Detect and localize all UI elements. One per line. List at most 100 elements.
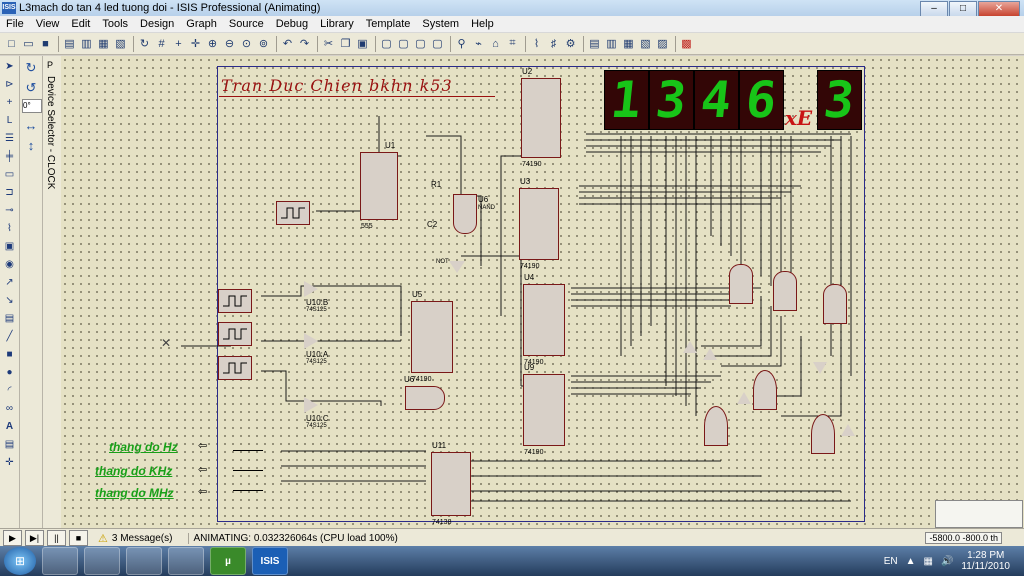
clock-generator-main[interactable]	[276, 201, 310, 225]
instrument-icon[interactable]: ▤	[2, 311, 17, 326]
rotation-angle-field[interactable]: 0°	[22, 99, 42, 113]
wire-autorouter-icon[interactable]: ⌇	[529, 36, 544, 51]
message-indicator[interactable]: ⚠ 3 Message(s)	[98, 532, 172, 545]
redo-icon[interactable]: ↷	[297, 36, 312, 51]
grid-icon[interactable]: #	[154, 36, 169, 51]
mirror-y-icon[interactable]: ↕	[23, 137, 39, 153]
overview-panel[interactable]	[935, 500, 1023, 528]
zoom-all-icon[interactable]: ⊙	[239, 36, 254, 51]
design-explorer-icon[interactable]: ▤	[587, 36, 602, 51]
packaging-icon[interactable]: ⌂	[488, 36, 503, 51]
rotate-cw-icon[interactable]: ↻	[23, 60, 39, 76]
pause-button[interactable]: ||	[47, 530, 66, 546]
close-button[interactable]: ✕	[978, 0, 1020, 17]
menu-edit[interactable]: Edit	[65, 18, 96, 30]
bus-icon[interactable]: ╪	[2, 149, 17, 164]
start-button[interactable]: ⊞	[4, 547, 36, 575]
gate-U6B-nand[interactable]: U6	[404, 375, 445, 410]
make-device-icon[interactable]: ⌁	[471, 36, 486, 51]
menu-tools[interactable]: Tools	[96, 18, 134, 30]
menu-file[interactable]: File	[0, 18, 30, 30]
zoom-in-icon[interactable]: ⊕	[205, 36, 220, 51]
remove-sheet-icon[interactable]: ▦	[621, 36, 636, 51]
play-button[interactable]: ▶	[3, 530, 22, 546]
inverter-not[interactable]	[449, 261, 465, 273]
language-indicator[interactable]: EN	[884, 556, 898, 567]
clock-generator-mhz[interactable]	[218, 356, 252, 380]
tray-up-icon[interactable]: ▲	[906, 556, 916, 567]
refresh-icon[interactable]: ↻	[137, 36, 152, 51]
clock-generator-hz[interactable]	[218, 289, 252, 313]
clock-generator-khz[interactable]	[218, 322, 252, 346]
origin-icon[interactable]: +	[171, 36, 186, 51]
netlist-icon[interactable]: ▩	[679, 36, 694, 51]
box-icon[interactable]: ■	[2, 347, 17, 362]
paste-icon[interactable]: ▣	[355, 36, 370, 51]
component-icon[interactable]: ⊳	[2, 77, 17, 92]
menu-system[interactable]: System	[416, 18, 465, 30]
chip-U4[interactable]: U4 74190	[523, 273, 565, 366]
exit-parent-icon[interactable]: ▧	[638, 36, 653, 51]
rotate-ccw-icon[interactable]: ↺	[23, 80, 39, 96]
save-icon[interactable]: ■	[38, 36, 53, 51]
gate-or-2[interactable]	[704, 406, 728, 446]
capacitor-C2[interactable]: C2	[427, 220, 437, 229]
property-icon[interactable]: ⚙	[563, 36, 578, 51]
block-copy-icon[interactable]: ▢	[379, 36, 394, 51]
buffer-U10A[interactable]	[304, 333, 318, 349]
gate-and-1[interactable]	[729, 264, 753, 304]
import-icon[interactable]: ▤	[62, 36, 77, 51]
menu-template[interactable]: Template	[360, 18, 417, 30]
taskbar-messenger[interactable]	[126, 547, 162, 575]
block-move-icon[interactable]: ▢	[396, 36, 411, 51]
minimize-button[interactable]: –	[920, 0, 948, 17]
maximize-button[interactable]: □	[949, 0, 977, 17]
terminal-icon[interactable]: ⊐	[2, 185, 17, 200]
gate-or-1[interactable]	[753, 370, 777, 410]
symbol-icon[interactable]: ▤	[2, 437, 17, 452]
bom-icon[interactable]: ▨	[655, 36, 670, 51]
volume-icon[interactable]: 🔊	[941, 556, 953, 567]
gate-U6-nand[interactable]: U6 NAND	[453, 194, 495, 234]
text-script-icon[interactable]: ☰	[2, 131, 17, 146]
chip-U5[interactable]: U5 74190	[411, 290, 453, 383]
tape-icon[interactable]: ▣	[2, 239, 17, 254]
switch-mhz[interactable]	[233, 482, 263, 491]
pin-icon[interactable]: ⊸	[2, 203, 17, 218]
pick-icon[interactable]: ⚲	[454, 36, 469, 51]
label-icon[interactable]: L	[2, 113, 17, 128]
cut-icon[interactable]: ✂	[321, 36, 336, 51]
inverter-r3[interactable]	[737, 392, 751, 404]
buffer-U10B[interactable]	[304, 281, 318, 297]
path-icon[interactable]: ∞	[2, 401, 17, 416]
generator-icon[interactable]: ◉	[2, 257, 17, 272]
menu-help[interactable]: Help	[465, 18, 500, 30]
gate-or-3[interactable]	[811, 414, 835, 454]
gate-and-2[interactable]	[773, 271, 797, 311]
menu-graph[interactable]: Graph	[180, 18, 223, 30]
chip-U3[interactable]: U3 74190	[519, 177, 559, 270]
block-rotate-icon[interactable]: ▢	[413, 36, 428, 51]
junction-icon[interactable]: +	[2, 95, 17, 110]
resistor-R1[interactable]: R1	[431, 180, 441, 189]
select-icon[interactable]: ➤	[2, 59, 17, 74]
menu-library[interactable]: Library	[314, 18, 360, 30]
inverter-r5[interactable]	[841, 424, 855, 436]
schematic-canvas[interactable]: Tran Duc Chien bkhn k53 1 3 4 6 xE 3 U2 …	[61, 56, 1024, 528]
inverter-r1[interactable]	[683, 341, 697, 353]
chip-U2[interactable]: U2 74190	[521, 67, 561, 168]
text-icon[interactable]: A	[2, 419, 17, 434]
switch-khz[interactable]	[233, 462, 263, 471]
menu-debug[interactable]: Debug	[270, 18, 314, 30]
zoom-out-icon[interactable]: ⊖	[222, 36, 237, 51]
inverter-r2[interactable]	[703, 348, 717, 360]
buffer-U10C[interactable]	[304, 397, 318, 413]
undo-icon[interactable]: ↶	[280, 36, 295, 51]
clock[interactable]: 1:28 PM 11/11/2010	[961, 550, 1010, 572]
block-delete-icon[interactable]: ▢	[430, 36, 445, 51]
taskbar-utorrent[interactable]: µ	[210, 547, 246, 575]
marker-icon[interactable]: ✛	[2, 455, 17, 470]
arc-icon[interactable]: ◜	[2, 383, 17, 398]
new-sheet-icon[interactable]: ▥	[604, 36, 619, 51]
taskbar-isis[interactable]: ISIS	[252, 547, 288, 575]
